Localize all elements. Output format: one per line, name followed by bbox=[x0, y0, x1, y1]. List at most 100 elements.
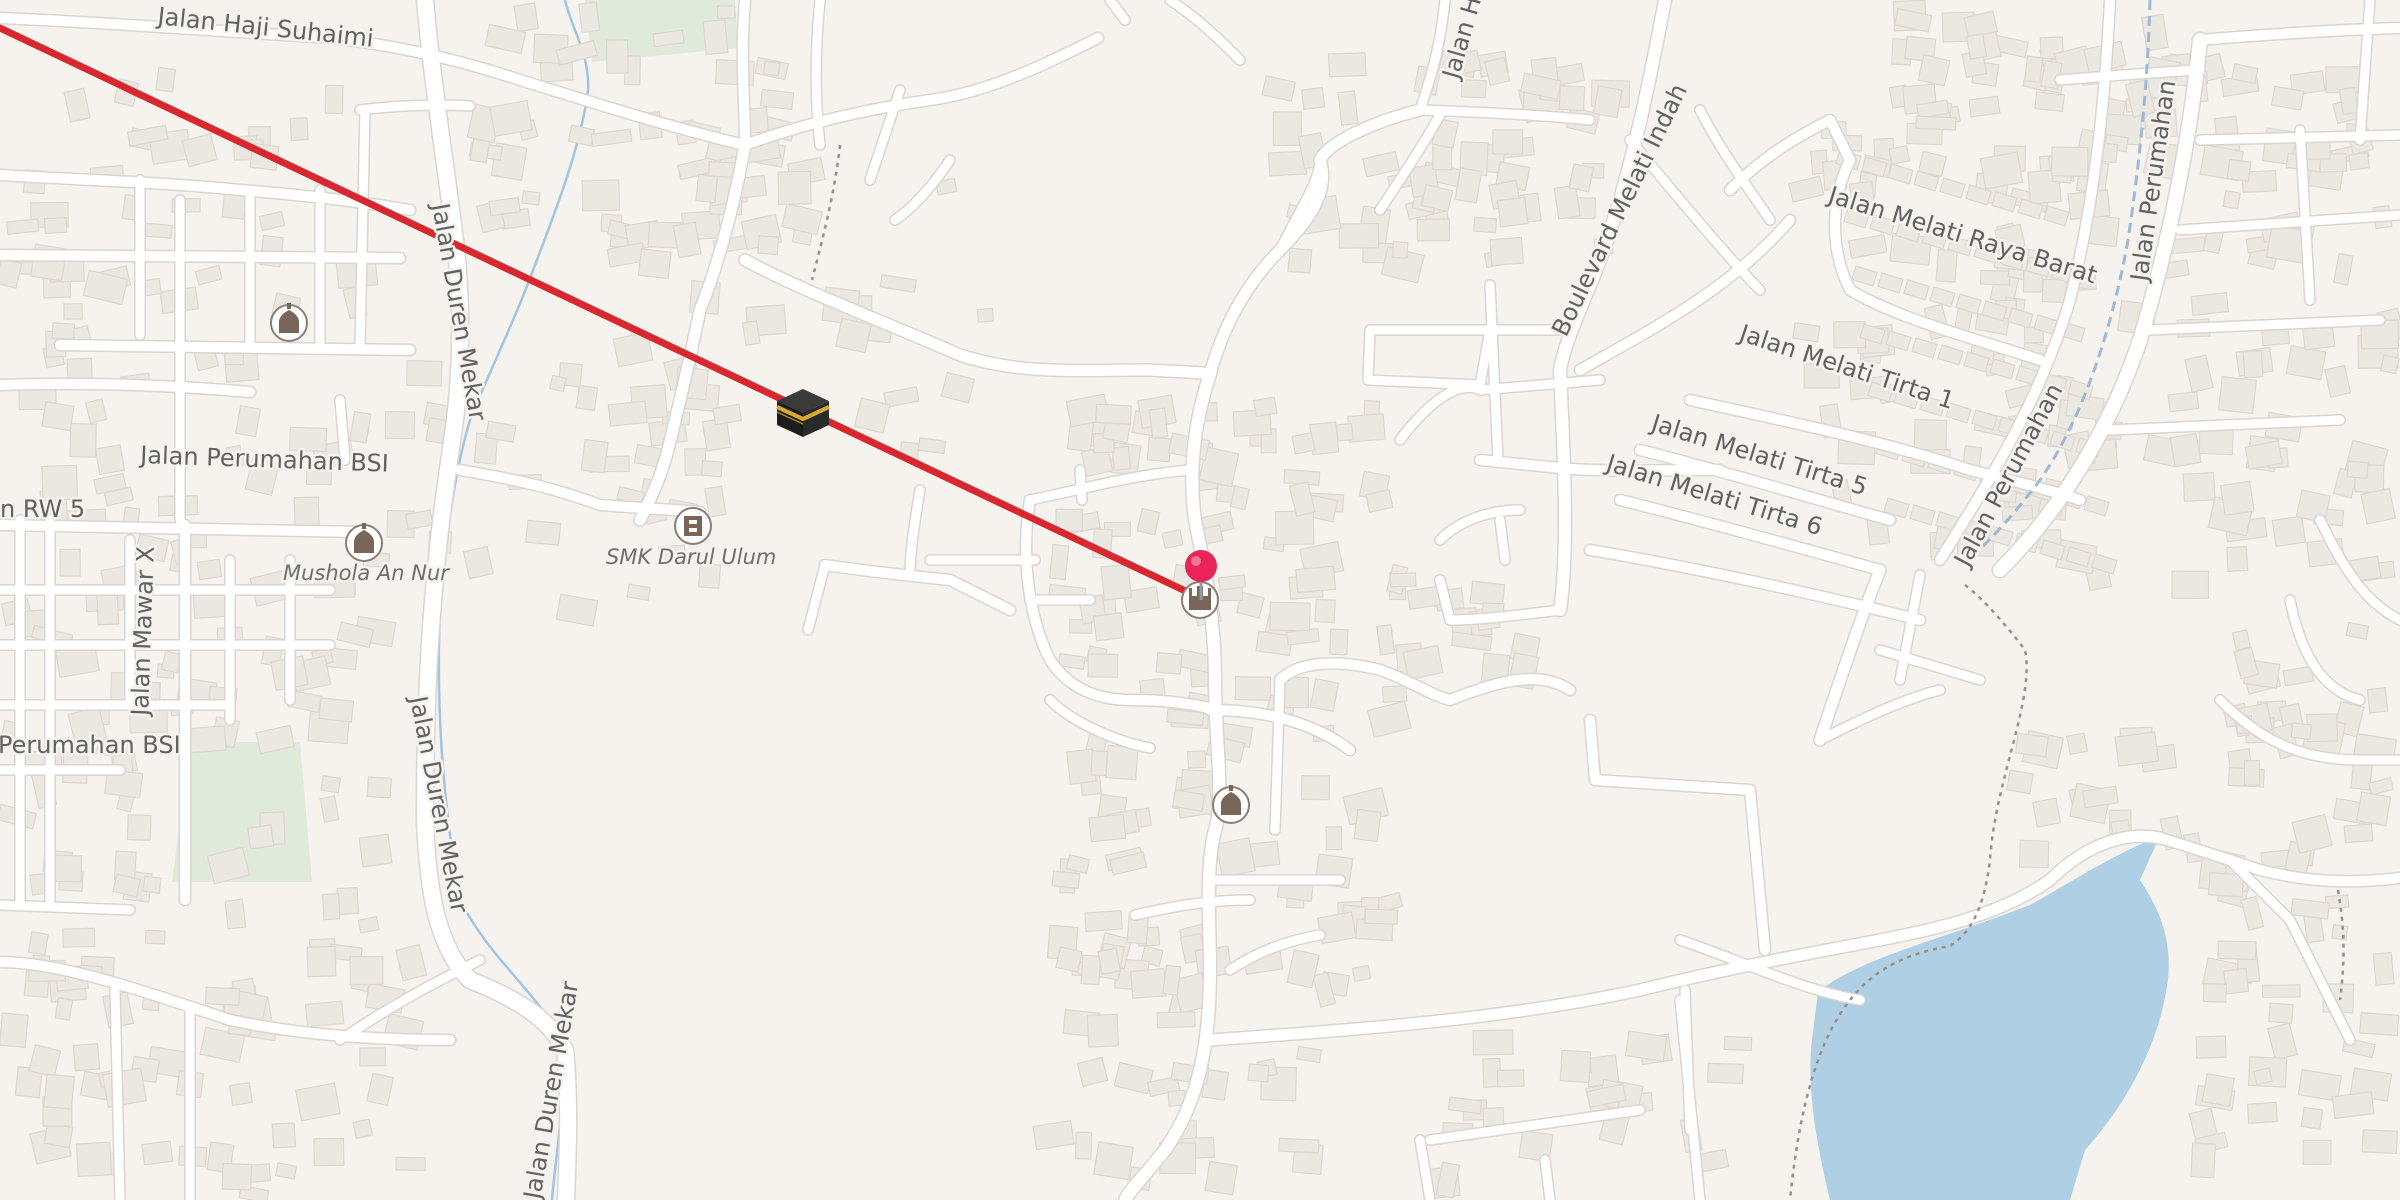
building bbox=[1090, 750, 1109, 777]
building bbox=[777, 170, 812, 206]
building bbox=[2290, 722, 2313, 741]
building bbox=[1100, 563, 1132, 601]
building bbox=[1460, 79, 1487, 99]
building bbox=[1300, 774, 1331, 801]
building bbox=[406, 359, 443, 387]
building bbox=[695, 173, 719, 204]
road-casing bbox=[1583, 713, 1772, 957]
poi-label-smk-darul-ulum: SMK Darul Ulum bbox=[606, 545, 776, 569]
building bbox=[2190, 1142, 2217, 1179]
building bbox=[2031, 797, 2062, 828]
building bbox=[289, 116, 309, 142]
building bbox=[293, 496, 320, 527]
building bbox=[141, 1140, 174, 1166]
building bbox=[2083, 495, 2110, 517]
building bbox=[2290, 897, 2331, 920]
building bbox=[2223, 967, 2250, 995]
building bbox=[1877, 272, 1904, 294]
building bbox=[1391, 240, 1409, 259]
road bbox=[1025, 465, 1195, 505]
building bbox=[2226, 545, 2249, 573]
building bbox=[2231, 629, 2252, 651]
building bbox=[27, 931, 49, 956]
building bbox=[2233, 646, 2260, 680]
building bbox=[53, 854, 83, 883]
building bbox=[1252, 396, 1278, 418]
building bbox=[702, 19, 729, 56]
building bbox=[2226, 158, 2252, 182]
building bbox=[1553, 184, 1581, 220]
building bbox=[63, 87, 91, 123]
building bbox=[853, 397, 891, 434]
street-label: Jalan Haji Suhaimi bbox=[154, 2, 375, 53]
building bbox=[1979, 269, 2011, 286]
building bbox=[2202, 982, 2228, 1003]
building bbox=[221, 1162, 253, 1191]
building bbox=[142, 875, 162, 894]
building bbox=[1909, 504, 1936, 526]
building bbox=[1088, 813, 1127, 843]
building bbox=[318, 697, 355, 723]
building bbox=[2366, 686, 2389, 714]
map-canvas[interactable]: Jalan Haji Suhaimi Jalan Duren Mekar Jal… bbox=[0, 0, 2400, 1200]
road bbox=[355, 105, 370, 350]
building bbox=[1325, 826, 1343, 851]
building bbox=[2217, 940, 2257, 960]
building bbox=[1496, 196, 1529, 228]
building bbox=[489, 99, 533, 138]
building bbox=[1592, 85, 1623, 119]
building bbox=[366, 1072, 395, 1107]
building bbox=[271, 1122, 297, 1149]
building bbox=[0, 1012, 29, 1049]
road bbox=[1435, 505, 1525, 545]
building bbox=[349, 410, 372, 444]
building bbox=[1272, 111, 1303, 147]
building bbox=[2324, 364, 2352, 398]
building bbox=[1095, 403, 1132, 425]
map-view[interactable]: Jalan Haji Suhaimi Jalan Duren Mekar Jal… bbox=[0, 0, 2400, 1200]
building bbox=[349, 955, 384, 986]
building bbox=[1381, 684, 1408, 704]
building bbox=[2169, 432, 2202, 468]
building bbox=[1278, 1137, 1320, 1154]
building bbox=[1234, 675, 1272, 701]
building bbox=[521, 190, 541, 206]
building bbox=[2271, 515, 2307, 548]
building bbox=[51, 322, 76, 341]
building bbox=[1353, 808, 1382, 843]
building bbox=[567, 124, 596, 147]
road bbox=[0, 900, 135, 915]
school-icon[interactable] bbox=[674, 507, 712, 545]
building bbox=[1979, 151, 2024, 190]
building bbox=[358, 833, 393, 868]
building bbox=[1903, 279, 1930, 301]
building bbox=[2253, 1067, 2273, 1086]
building bbox=[1314, 598, 1336, 624]
road bbox=[417, 0, 577, 1200]
building bbox=[384, 411, 416, 440]
building bbox=[2184, 354, 2214, 394]
building bbox=[581, 179, 621, 212]
building bbox=[716, 5, 736, 20]
building bbox=[72, 1043, 101, 1072]
building bbox=[143, 222, 173, 239]
building bbox=[1269, 601, 1311, 632]
building bbox=[2333, 252, 2354, 286]
building bbox=[469, 138, 491, 164]
building bbox=[555, 593, 599, 627]
building bbox=[1568, 163, 1595, 193]
building bbox=[590, 128, 633, 148]
building bbox=[1364, 908, 1399, 925]
road bbox=[811, 0, 825, 150]
building bbox=[2024, 55, 2044, 83]
building bbox=[2007, 307, 2034, 329]
building bbox=[43, 1073, 76, 1110]
building bbox=[1847, 233, 1888, 259]
building bbox=[1204, 1160, 1239, 1196]
building bbox=[704, 485, 727, 518]
kaaba-icon[interactable] bbox=[776, 389, 830, 437]
building bbox=[336, 886, 360, 916]
building bbox=[96, 594, 120, 626]
building bbox=[1217, 574, 1247, 591]
building bbox=[1929, 286, 1956, 308]
